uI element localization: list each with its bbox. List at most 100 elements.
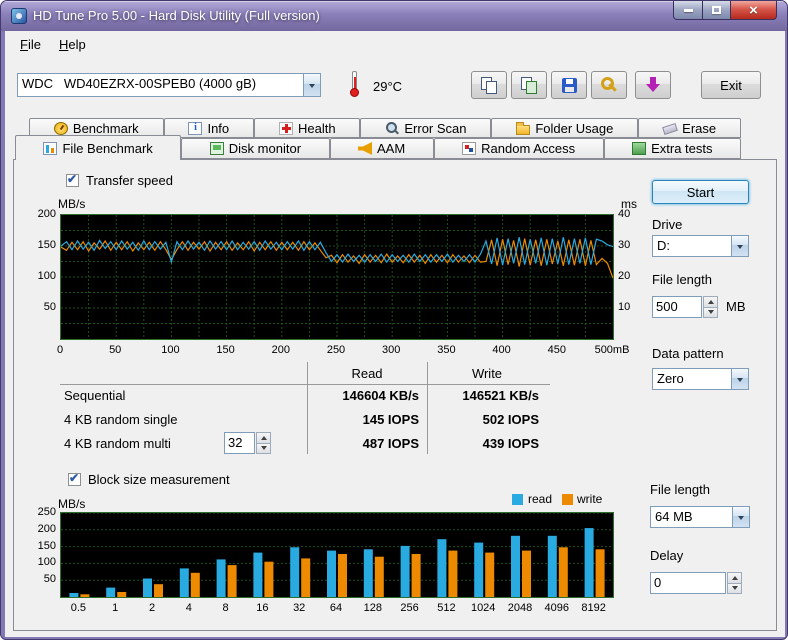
save-icon <box>562 78 577 93</box>
extra-tests-icon <box>632 142 646 155</box>
tick-label: 10 <box>618 301 630 313</box>
tab-disk-monitor[interactable]: Disk monitor <box>181 138 329 159</box>
block-file-length-dropdown-arrow[interactable] <box>732 507 749 527</box>
tick-label: 100 <box>38 270 56 282</box>
data-pattern-combobox[interactable]: Zero <box>652 368 749 390</box>
close-button[interactable]: × <box>731 1 777 20</box>
queue-depth-spinner[interactable]: 32 <box>224 432 271 454</box>
maximize-icon <box>712 6 721 14</box>
benchmark-icon <box>54 122 68 135</box>
tick-label: 500mB <box>595 344 630 356</box>
copy-button[interactable] <box>471 71 507 99</box>
tab-random-access[interactable]: Random Access <box>434 138 604 159</box>
tab-file-benchmark[interactable]: File Benchmark <box>15 135 181 160</box>
tick-label: 30 <box>618 239 630 251</box>
drive-dropdown-arrow[interactable] <box>731 236 748 256</box>
block-size-chart <box>60 512 614 598</box>
arrow-down-icon <box>732 586 738 593</box>
folder-usage-icon <box>516 125 530 135</box>
tab-extra-tests[interactable]: Extra tests <box>604 138 741 159</box>
block-size-checkbox[interactable]: ✔ <box>68 473 81 486</box>
tick-label: 64 <box>330 602 342 614</box>
tick-label: 2048 <box>508 602 532 614</box>
tab-folder-usage[interactable]: Folder Usage <box>491 118 638 138</box>
save-button[interactable] <box>551 71 587 99</box>
drive-combobox[interactable]: D: <box>652 235 749 257</box>
arrow-up-icon <box>708 297 714 304</box>
tick-label: 200 <box>38 208 56 220</box>
title-bar[interactable]: HD Tune Pro 5.00 - Hard Disk Utility (Fu… <box>1 1 787 31</box>
drive-select-value: WDC WD40EZRX-00SPEB0 (4000 gB) <box>18 74 303 96</box>
drive-select-dropdown-arrow[interactable] <box>303 74 320 96</box>
window-controls: × <box>673 1 777 20</box>
tab-erase[interactable]: Erase <box>638 118 741 138</box>
queue-depth-down-button[interactable] <box>256 444 271 455</box>
tick-label: 1 <box>112 602 118 614</box>
minimize-icon <box>684 9 693 12</box>
check-icon: ✔ <box>69 471 79 485</box>
delay-down-button[interactable] <box>727 584 742 595</box>
tab-health[interactable]: Health <box>254 118 360 138</box>
delay-spinner[interactable]: 0 <box>650 572 742 594</box>
random-access-icon <box>462 142 476 155</box>
tab-aam[interactable]: AAM <box>330 138 434 159</box>
transfer-speed-label: Transfer speed <box>86 173 173 188</box>
bar-chart-y-unit: MB/s <box>58 497 85 511</box>
random-multi-write-value: 439 IOPS <box>428 436 539 451</box>
file-length-up-button[interactable] <box>703 296 718 308</box>
drive-value: D: <box>653 236 731 256</box>
exit-button[interactable]: Exit <box>701 71 761 99</box>
arrow-up-icon <box>261 433 267 440</box>
data-pattern-dropdown-arrow[interactable] <box>731 369 748 389</box>
maximize-button[interactable] <box>703 1 731 20</box>
tick-label: 0.5 <box>71 602 86 614</box>
transfer-speed-checkbox[interactable]: ✔ <box>66 174 79 187</box>
block-file-length-combobox[interactable]: 64 MB <box>650 506 750 528</box>
copy-image-button[interactable] <box>511 71 547 99</box>
sequential-write-value: 146521 KB/s <box>428 388 539 403</box>
tick-label: 40 <box>618 208 630 220</box>
tick-label: 250 <box>327 344 345 356</box>
file-length-unit: MB <box>726 299 746 314</box>
tick-label: 4 <box>186 602 192 614</box>
data-pattern-label: Data pattern <box>652 346 724 361</box>
tick-label: 150 <box>38 239 56 251</box>
delay-label: Delay <box>650 548 683 563</box>
block-size-plot <box>61 513 613 597</box>
data-pattern-value: Zero <box>653 369 731 389</box>
queue-depth-up-button[interactable] <box>256 432 271 444</box>
tick-label: 50 <box>44 301 56 313</box>
menu-file[interactable]: File <box>11 34 50 55</box>
drive-select-combobox[interactable]: WDC WD40EZRX-00SPEB0 (4000 gB) <box>17 73 321 97</box>
random-multi-read-value: 487 IOPS <box>308 436 419 451</box>
tick-label: 100 <box>38 556 56 568</box>
file-length-spinner[interactable]: 500 <box>652 296 718 318</box>
menu-help[interactable]: Help <box>50 34 95 55</box>
arrow-up-icon <box>732 573 738 580</box>
copy-icon <box>480 76 498 94</box>
chevron-down-icon <box>738 516 744 523</box>
menu-bar: File Help <box>5 31 785 58</box>
random-single-write-value: 502 IOPS <box>428 412 539 427</box>
options-button[interactable] <box>591 71 627 99</box>
file-length-down-button[interactable] <box>703 308 718 319</box>
error-scan-icon <box>385 122 399 135</box>
options-icon <box>600 76 618 94</box>
minimize-button[interactable] <box>673 1 703 20</box>
tick-label: 4096 <box>545 602 569 614</box>
window-title: HD Tune Pro 5.00 - Hard Disk Utility (Fu… <box>33 1 320 30</box>
file-benchmark-panel: ✔ Transfer speed Start MB/s ms 200150100… <box>13 159 777 631</box>
row-label-random-multi: 4 KB random multi <box>64 436 171 451</box>
tab-error-scan[interactable]: Error Scan <box>360 118 491 138</box>
start-button[interactable]: Start <box>652 180 749 204</box>
chevron-down-icon <box>737 245 743 252</box>
delay-up-button[interactable] <box>727 572 742 584</box>
row-label-sequential: Sequential <box>64 388 125 403</box>
legend-write-swatch <box>562 494 573 505</box>
download-button[interactable] <box>635 71 671 99</box>
thermometer-icon <box>349 71 360 98</box>
tick-label: 150 <box>38 540 56 552</box>
bar-chart-y-labels: 25020015010050 <box>20 512 56 598</box>
legend-read-label: read <box>528 492 552 506</box>
copy-image-icon <box>520 76 538 94</box>
